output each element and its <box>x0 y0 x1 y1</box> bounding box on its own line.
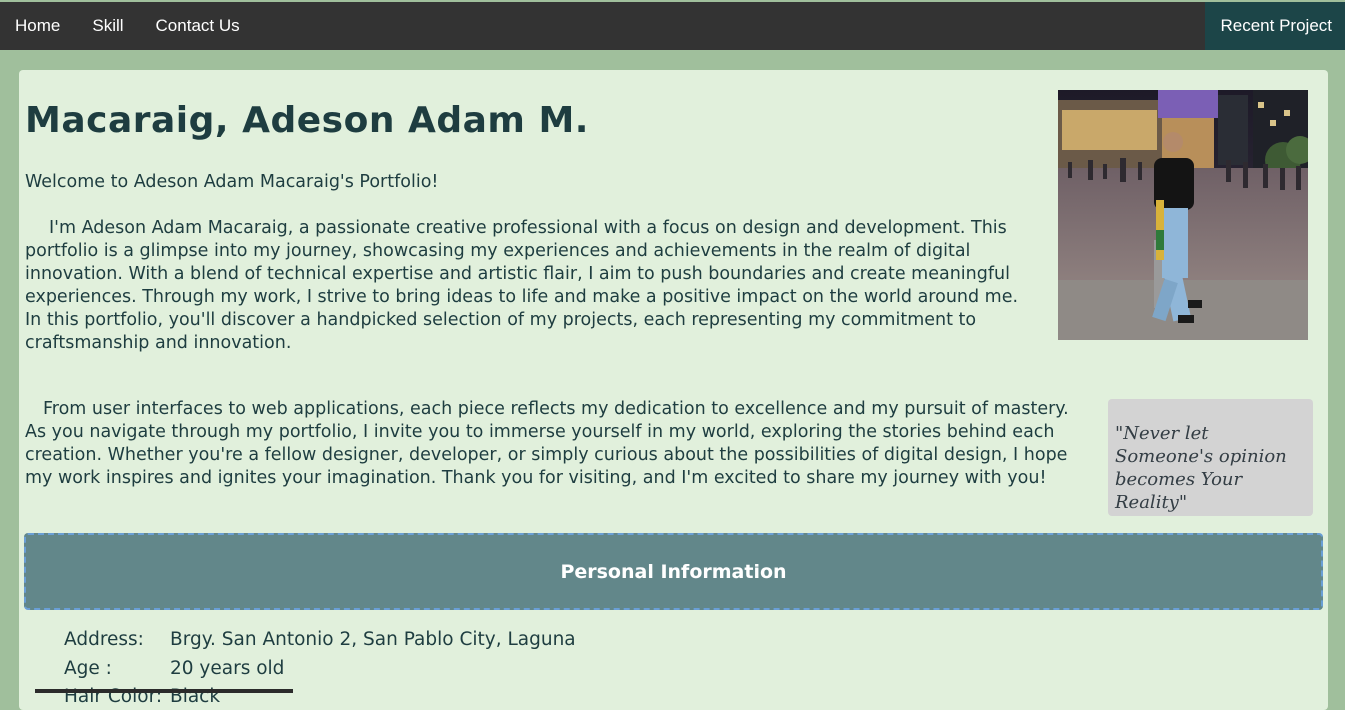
quote-text: "Never let Someone's opinion becomes You… <box>1115 423 1287 513</box>
portfolio-card: Macaraig, Adeson Adam M. Welcome to Ades… <box>19 70 1328 710</box>
bottom-scroll-indicator <box>35 689 293 693</box>
info-row-age: Age : 20 years old <box>64 656 576 685</box>
personal-info-list: Address: Brgy. San Antonio 2, San Pablo … <box>64 627 576 710</box>
nav-contact-us-link[interactable]: Contact Us <box>140 2 256 50</box>
page-title: Macaraig, Adeson Adam M. <box>25 100 589 141</box>
address-value: Brgy. San Antonio 2, San Pablo City, Lag… <box>170 627 576 656</box>
nav-skill-link[interactable]: Skill <box>76 2 139 50</box>
info-row-hair-color: Hair Color: Black <box>64 684 576 710</box>
hair-color-label: Hair Color: <box>64 684 170 710</box>
hair-color-value: Black <box>170 684 220 710</box>
nav-recent-project-link[interactable]: Recent Project <box>1205 2 1345 50</box>
journey-paragraph: From user interfaces to web applications… <box>25 398 1095 490</box>
quote-box: "Never let Someone's opinion becomes You… <box>1108 399 1313 516</box>
info-row-address: Address: Brgy. San Antonio 2, San Pablo … <box>64 627 576 656</box>
address-label: Address: <box>64 627 170 656</box>
top-navigation-bar: Home Skill Contact Us Recent Project <box>0 2 1345 50</box>
age-value: 20 years old <box>170 656 284 685</box>
welcome-text: Welcome to Adeson Adam Macaraig's Portfo… <box>25 172 438 192</box>
age-label: Age : <box>64 656 170 685</box>
profile-photo <box>1058 90 1308 340</box>
intro-paragraph: I'm Adeson Adam Macaraig, a passionate c… <box>25 217 1035 355</box>
nav-home-link[interactable]: Home <box>0 2 76 50</box>
personal-information-header: Personal Information <box>24 533 1323 610</box>
section-title: Personal Information <box>560 561 786 583</box>
